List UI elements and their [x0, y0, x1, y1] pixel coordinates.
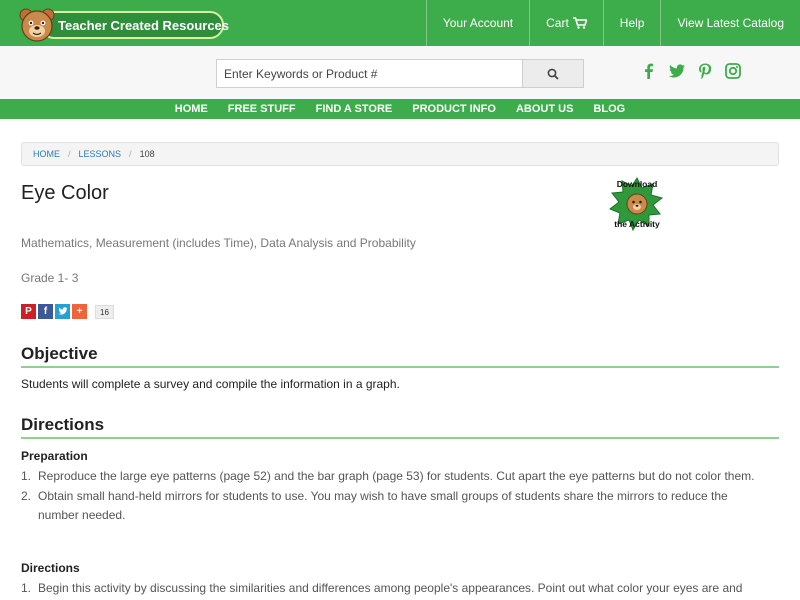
view-catalog-label: View Latest Catalog — [677, 16, 784, 30]
download-label-line1: Download — [617, 179, 658, 189]
cart-link[interactable]: Cart — [529, 0, 603, 46]
help-link[interactable]: Help — [602, 0, 661, 46]
share-count: 16 — [95, 304, 114, 319]
twitter-icon[interactable] — [668, 62, 686, 80]
step-text: Obtain small hand-held mirrors for stude… — [38, 488, 728, 523]
top-header: Teacher Created Resources Your Account C… — [0, 0, 800, 46]
directions-list: 1. Begin this activity by discussing the… — [21, 579, 766, 599]
cart-label: Cart — [546, 16, 569, 30]
preparation-heading: Preparation — [21, 449, 88, 463]
directions-heading: Directions — [21, 415, 779, 439]
preparation-list: 1. Reproduce the large eye patterns (pag… — [21, 467, 766, 526]
breadcrumb-lessons[interactable]: LESSONS — [79, 149, 122, 159]
breadcrumb-current: 108 — [139, 149, 155, 159]
list-item: 1. Reproduce the large eye patterns (pag… — [21, 467, 766, 487]
search-button[interactable] — [522, 59, 584, 88]
lesson-subjects: Mathematics, Measurement (includes Time)… — [21, 236, 416, 250]
search-icon — [547, 68, 559, 80]
search-input[interactable] — [216, 59, 523, 88]
site-logo[interactable]: Teacher Created Resources — [18, 7, 230, 43]
nav-free-stuff[interactable]: FREE STUFF — [218, 99, 306, 119]
facebook-share-icon[interactable]: f — [38, 304, 53, 319]
breadcrumb-separator: / — [129, 149, 132, 159]
your-account-label: Your Account — [442, 16, 514, 30]
nav-home[interactable]: HOME — [165, 99, 218, 119]
pinterest-icon[interactable] — [696, 62, 714, 80]
step-text: Begin this activity by discussing the si… — [38, 581, 743, 595]
main-nav: HOME FREE STUFF FIND A STORE PRODUCT INF… — [0, 99, 800, 119]
help-label: Help — [619, 16, 645, 30]
download-activity-button[interactable]: Download the Activity — [606, 175, 668, 233]
nav-find-a-store[interactable]: FIND A STORE — [306, 99, 403, 119]
step-number: 1. — [21, 581, 32, 595]
nav-blog[interactable]: BLOG — [583, 99, 635, 119]
account-nav: Your Account Cart Help View Latest Catal… — [425, 0, 800, 46]
step-text: Reproduce the large eye patterns (page 5… — [38, 469, 755, 483]
facebook-icon[interactable] — [640, 62, 658, 80]
more-share-icon[interactable]: + — [72, 304, 87, 319]
breadcrumb-separator: / — [68, 149, 71, 159]
logo-text: Teacher Created Resources — [58, 18, 230, 33]
download-label-line2: the Activity — [614, 219, 660, 229]
step-number: 2. — [21, 488, 32, 503]
search-bar-row — [0, 46, 800, 99]
twitter-share-icon[interactable] — [55, 304, 70, 319]
social-links — [640, 62, 742, 80]
breadcrumb-home[interactable]: HOME — [33, 149, 60, 159]
instagram-icon[interactable] — [724, 62, 742, 80]
breadcrumb: HOME / LESSONS / 108 — [21, 142, 779, 166]
objective-heading: Objective — [21, 344, 779, 368]
directions-subheading: Directions — [21, 561, 80, 575]
share-buttons: P f + 16 — [21, 304, 114, 319]
cart-icon — [572, 17, 587, 29]
nav-product-info[interactable]: PRODUCT INFO — [402, 99, 506, 119]
list-item: 2. Obtain small hand-held mirrors for st… — [21, 487, 766, 526]
step-number: 1. — [21, 469, 32, 483]
download-badge-icon: Download the Activity — [609, 176, 664, 232]
lesson-grade: Grade 1- 3 — [21, 271, 79, 285]
bear-mascot-icon — [19, 8, 55, 42]
nav-about-us[interactable]: ABOUT US — [506, 99, 583, 119]
pinterest-share-icon[interactable]: P — [21, 304, 36, 319]
page-title: Eye Color — [21, 182, 109, 204]
objective-text: Students will complete a survey and comp… — [21, 377, 400, 391]
view-catalog-link[interactable]: View Latest Catalog — [660, 0, 800, 46]
list-item: 1. Begin this activity by discussing the… — [21, 579, 766, 599]
your-account-link[interactable]: Your Account — [425, 0, 529, 46]
